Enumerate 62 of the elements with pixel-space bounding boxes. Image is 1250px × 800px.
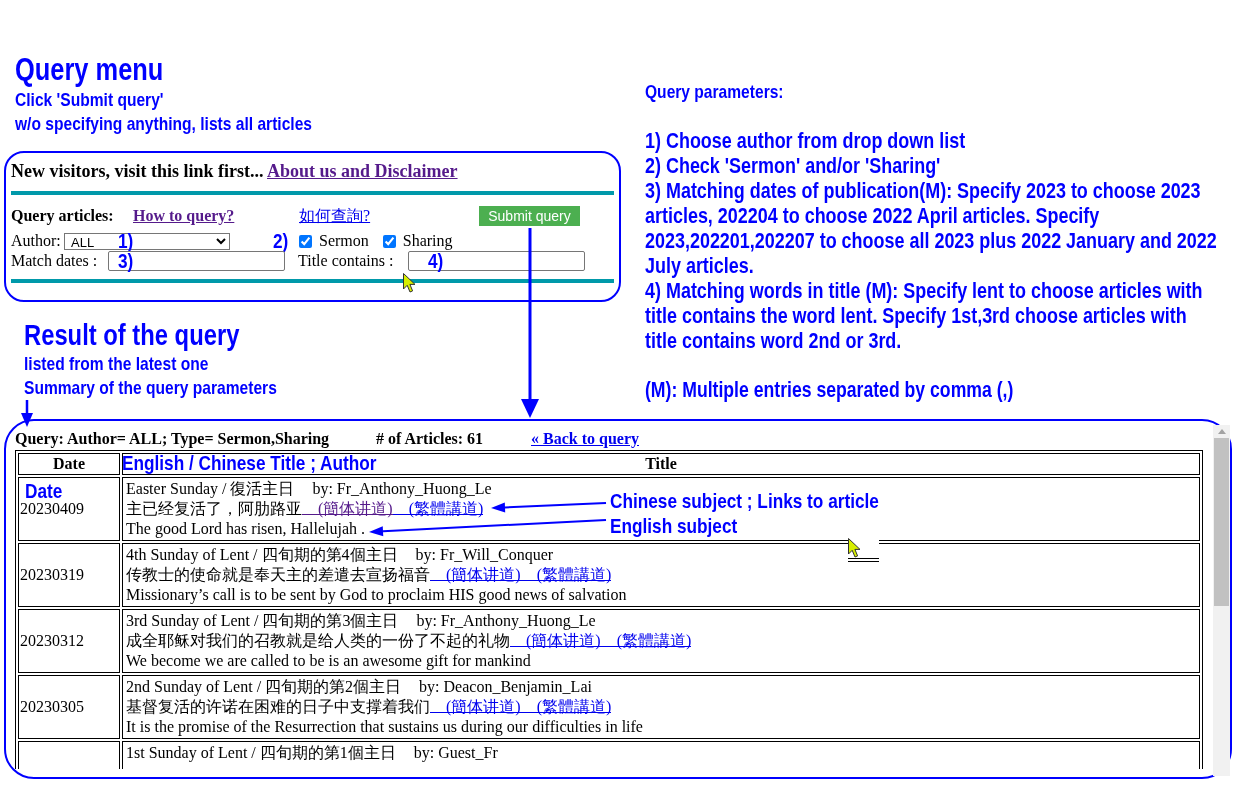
note-text: 2) Check 'Sermon' and/or 'Sharing': [645, 152, 942, 178]
author-text: by: Deacon_Benjamin_Lai: [419, 677, 592, 695]
note-text: 4) Matching words in title (M): Specify lent to choose articles with title contains the word lent. Specify 1st,3rd choose articles with title contains word 2nd or 3rd.: [645, 277, 1204, 353]
note-text: w/o specifying anything, lists all articles: [15, 112, 312, 136]
form-label: Author:: [11, 231, 62, 251]
date-text: 20230312: [20, 631, 84, 649]
english-subject: It is the promise of the Resurrection that sustains us during our difficulties in life: [126, 717, 643, 735]
scrollbar[interactable]: [1213, 424, 1230, 776]
article-count: # of Articles: 61: [376, 429, 485, 448]
cursor-icon: [403, 273, 416, 293]
author-text: by: Fr_Anthony_Huong_Le: [312, 479, 492, 497]
note-title: Query menu: [15, 52, 164, 88]
form-label: Query articles:: [11, 206, 115, 226]
checkbox-label: Sharing: [402, 231, 453, 251]
column-header: Date: [53, 454, 85, 472]
author-text: by: Fr_Anthony_Huong_Le: [416, 611, 596, 629]
date-text: 20230305: [20, 697, 84, 715]
form-label: Match dates :: [11, 250, 99, 271]
note-text: (M): Multiple entries separated by comma (,): [645, 377, 1014, 403]
chinese-subject: 成全耶稣对我们的召教就是给人类的一份了不起的礼物: [126, 631, 510, 649]
article-title: Easter Sunday / 復活主日: [126, 479, 295, 497]
article-title: 1st Sunday of Lent / 四旬期的第1個主日: [126, 743, 396, 761]
note-text: 3) Matching dates of publication(M): Specify 2023 to choose 2023 articles, 202204 to choose 2022 April articles. Specify 2023,202201,202207 to choose all 2023 plus 2022 January and 2022 July articles.: [645, 177, 1218, 278]
note-title: Result of the query: [24, 319, 240, 352]
annotation-label: Chinese subject ; Links to article: [610, 488, 879, 513]
annotation-label: English / Chinese Title ; Author: [122, 450, 377, 475]
chinese-subject: 基督复活的许诺在困难的日子中支撑着我们: [126, 697, 430, 715]
cursor-icon: [848, 537, 861, 558]
article-title: 3rd Sunday of Lent / 四旬期的第3個主日: [126, 611, 399, 629]
scroll-up-icon[interactable]: [1217, 428, 1226, 434]
checkbox[interactable]: [299, 234, 312, 248]
note-text: 1) Choose author from drop down list: [645, 127, 967, 153]
checkbox[interactable]: [382, 234, 396, 248]
notice-text: New visitors, visit this link first... About us and Disclaimer: [11, 161, 459, 181]
about-link[interactable]: About us and Disclaimer: [267, 161, 458, 181]
article-title: 2nd Sunday of Lent / 四旬期的第2個主日: [126, 677, 402, 695]
note-text: listed from the latest one: [24, 352, 209, 376]
column-header: Title: [645, 454, 677, 472]
author-text: by: Fr_Will_Conquer: [415, 545, 554, 563]
english-subject: We become we are called to be is an awesome gift for mankind: [126, 651, 531, 669]
input-field[interactable]: [408, 250, 585, 271]
english-subject: The good Lord has risen, Hallelujah .: [126, 519, 366, 537]
note-text: Summary of the query parameters: [24, 376, 277, 400]
back-link[interactable]: « Back to query: [531, 429, 639, 448]
form-label: Title contains :: [298, 250, 395, 271]
checkbox-label: Sermon: [319, 231, 369, 251]
english-subject: Missionary’s call is to be sent by God to proclaim HIS good news of salvation: [126, 585, 627, 603]
annotation-label: 4): [428, 248, 444, 273]
chinese-subject: 主已经复活了，阿肋路亚: [126, 499, 302, 517]
annotation-label: English subject: [610, 513, 738, 538]
annotation-label: 2): [273, 229, 289, 253]
help-link[interactable]: 如何查詢?: [299, 206, 371, 226]
input-field[interactable]: [108, 250, 285, 271]
author-text: by: Guest_Fr: [413, 743, 498, 761]
note-text: Click 'Submit query': [15, 88, 164, 112]
article-title: 4th Sunday of Lent / 四旬期的第4個主日: [126, 545, 398, 563]
chinese-subject: 传教士的使命就是奉天主的差遣去宣扬福音: [126, 565, 430, 583]
help-link[interactable]: How to query?: [133, 206, 235, 226]
note-title: Query parameters:: [645, 80, 784, 104]
date-text: 20230319: [20, 565, 84, 583]
scrollbar-thumb[interactable]: [1214, 437, 1229, 606]
query-summary: Query: Author= ALL; Type= Sermon,Sharing: [15, 429, 331, 448]
